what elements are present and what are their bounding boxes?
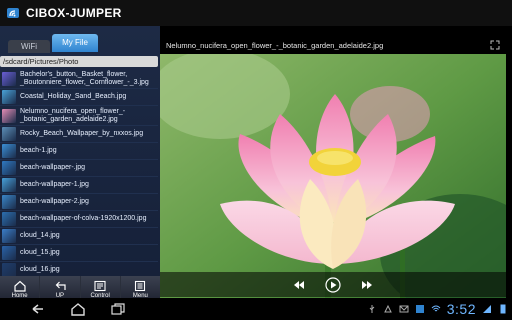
back-icon[interactable] — [30, 302, 46, 316]
fast-forward-icon — [362, 280, 372, 289]
file-name: beach-wallpaper-of-colva-1920x1200.jpg — [20, 215, 147, 222]
file-list-item[interactable]: beach-wallpaper-.jpg — [0, 160, 158, 177]
previous-button[interactable] — [291, 277, 307, 293]
usb-icon — [369, 305, 375, 313]
file-list: Bachelor's_button,_Basket_flower, _Bouto… — [0, 69, 158, 298]
file-name: cloud_15.jpg — [20, 249, 60, 256]
viewer-title: Nelumno_nucifera_open_flower_-_botanic_g… — [166, 40, 384, 50]
file-list-item[interactable]: Rocky_Beach_Wallpaper_by_nxxos.jpg — [0, 126, 158, 143]
home-nav-icon[interactable] — [70, 302, 86, 316]
file-list-item[interactable]: cloud_14.jpg — [0, 228, 158, 245]
file-thumbnail-icon — [2, 90, 16, 104]
file-name: beach-wallpaper-1.jpg — [20, 181, 89, 188]
file-name: Rocky_Beach_Wallpaper_by_nxxos.jpg — [20, 130, 144, 137]
next-button[interactable] — [359, 277, 375, 293]
photo-display[interactable] — [160, 54, 506, 308]
file-thumbnail-icon — [2, 263, 16, 277]
file-name: Nelumno_nucifera_open_flower_- _botanic_… — [20, 107, 126, 123]
system-bar: 3:52 — [0, 298, 512, 320]
up-arrow-icon — [55, 281, 66, 290]
file-list-item[interactable]: beach-1.jpg — [0, 143, 158, 160]
app-logo-icon — [6, 6, 20, 20]
menu-icon — [135, 280, 146, 291]
signal-icon — [483, 305, 491, 313]
tab-my-file[interactable]: My File — [52, 34, 98, 52]
title-bar: CIBOX-JUMPER — [0, 0, 512, 26]
file-thumbnail-icon — [2, 178, 16, 192]
file-name: cloud_16.jpg — [20, 266, 60, 273]
status-clock: 3:52 — [446, 301, 476, 317]
rewind-icon — [294, 280, 304, 289]
lotus-photo — [160, 54, 506, 308]
tab-wifi[interactable]: WiFi — [8, 40, 50, 53]
file-list-item[interactable]: cloud_15.jpg — [0, 245, 158, 262]
mail-icon — [399, 305, 409, 313]
home-icon — [14, 280, 26, 292]
image-viewer: Nelumno_nucifera_open_flower_-_botanic_g… — [160, 36, 512, 308]
file-list-item[interactable]: Nelumno_nucifera_open_flower_- _botanic_… — [0, 106, 158, 126]
app-title: CIBOX-JUMPER — [26, 6, 122, 20]
viewer-header: Nelumno_nucifera_open_flower_-_botanic_g… — [160, 36, 506, 54]
file-thumbnail-icon — [2, 161, 16, 175]
file-thumbnail-icon — [2, 229, 16, 243]
file-thumbnail-icon — [2, 195, 16, 209]
debug-icon — [383, 304, 392, 313]
file-name: beach-1.jpg — [20, 147, 57, 154]
file-list-item[interactable]: beach-wallpaper-1.jpg — [0, 177, 158, 194]
playback-controls — [160, 272, 506, 297]
file-thumbnail-icon — [2, 127, 16, 141]
file-name: beach-wallpaper-2.jpg — [20, 198, 89, 205]
file-list-item[interactable]: beach-wallpaper-2.jpg — [0, 194, 158, 211]
file-thumbnail-icon — [2, 212, 16, 226]
file-name: cloud_14.jpg — [20, 232, 60, 239]
fullscreen-icon[interactable] — [490, 40, 500, 50]
path-bar: /sdcard/Pictures/Photo — [0, 56, 158, 67]
file-list-item[interactable]: Coastal_Holiday_Sand_Beach.jpg — [0, 89, 158, 106]
battery-icon — [500, 304, 506, 314]
file-name: Coastal_Holiday_Sand_Beach.jpg — [20, 93, 127, 100]
play-icon — [325, 276, 341, 293]
file-thumbnail-icon — [2, 246, 16, 260]
file-thumbnail-icon — [2, 144, 16, 158]
file-thumbnail-icon — [2, 71, 16, 86]
status-area: 3:52 — [367, 300, 508, 318]
control-icon — [94, 280, 106, 291]
file-thumbnail-icon — [2, 108, 16, 123]
wifi-icon — [431, 305, 441, 312]
file-name: Bachelor's_button,_Basket_flower, _Bouto… — [20, 70, 149, 86]
recent-apps-icon[interactable] — [110, 302, 126, 316]
file-list-item[interactable]: Bachelor's_button,_Basket_flower, _Bouto… — [0, 69, 158, 89]
file-name: beach-wallpaper-.jpg — [20, 164, 85, 171]
source-tabs: WiFi My File — [0, 34, 160, 54]
screenshot-icon — [415, 305, 424, 313]
play-button[interactable] — [325, 276, 341, 293]
file-list-item[interactable]: beach-wallpaper-of-colva-1920x1200.jpg — [0, 211, 158, 228]
file-browser-panel: WiFi My File /sdcard/Pictures/Photo Bach… — [0, 26, 160, 298]
